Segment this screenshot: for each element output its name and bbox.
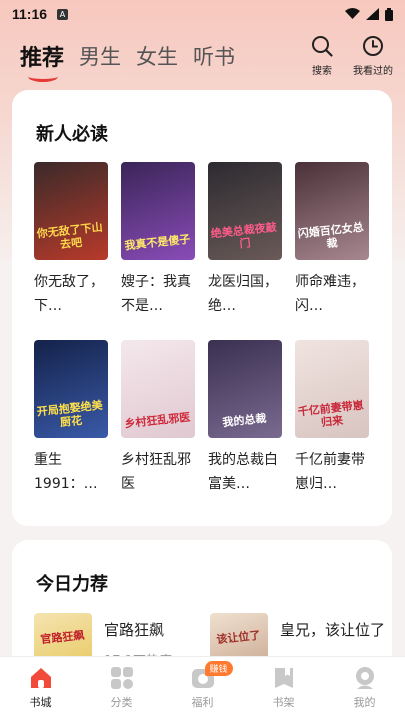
book-item[interactable]: 千亿前妻带崽归来 千亿前妻带崽归…	[295, 340, 369, 518]
book-grid: 你无敌了下山去吧 你无敌了，下… 我真不是傻子 嫂子：我真不是… 绝美总裁夜敲门…	[34, 162, 374, 518]
signal-icon	[366, 8, 379, 20]
home-icon	[30, 668, 51, 688]
book-cover[interactable]: 绝美总裁夜敲门	[208, 162, 282, 260]
top-nav: 推荐 男生 女生 听书 搜索 我看过的	[0, 28, 405, 84]
book-title[interactable]: 师命难违，闪…	[295, 270, 369, 318]
wifi-icon	[345, 8, 360, 19]
book-title[interactable]: 嫂子：我真不是…	[121, 270, 195, 318]
status-icons	[345, 7, 393, 21]
profile-icon	[355, 667, 374, 689]
cover-text: 乡村狂乱邪医	[123, 410, 191, 431]
tab-male[interactable]: 男生	[79, 41, 121, 71]
clock-icon	[363, 36, 383, 56]
book-cover[interactable]: 千亿前妻带崽归来	[295, 340, 369, 438]
category-icon	[110, 667, 133, 689]
cover-text: 你无敌了下山去吧	[36, 220, 104, 251]
section-title: 新人必读	[36, 124, 108, 145]
book-item[interactable]: 闪婚百亿女总裁 师命难违，闪…	[295, 162, 369, 340]
bottom-nav-label: 分类	[110, 696, 133, 709]
rec-title[interactable]: 皇兄，该让位了	[280, 619, 385, 640]
bottom-nav-label: 书架	[272, 696, 295, 709]
book-cover[interactable]: 你无敌了下山去吧	[34, 162, 108, 260]
book-cover[interactable]: 闪婚百亿女总裁	[295, 162, 369, 260]
search-button[interactable]: 搜索	[311, 35, 333, 77]
tab-recommend[interactable]: 推荐	[20, 40, 64, 82]
bottom-nav-profile[interactable]: 我的	[335, 665, 395, 710]
tab-female[interactable]: 女生	[136, 41, 178, 71]
history-label: 我看过的	[353, 66, 393, 77]
cover-text: 千亿前妻带崽归来	[297, 398, 365, 429]
book-title[interactable]: 乡村狂乱邪医	[121, 448, 195, 496]
book-cover[interactable]: 我真不是傻子	[121, 162, 195, 260]
book-item[interactable]: 乡村狂乱邪医 乡村狂乱邪医	[121, 340, 195, 518]
rec-title[interactable]: 官路狂飙	[104, 619, 172, 640]
book-item[interactable]: 开局抱娶绝美厨花 重生1991：…	[34, 340, 108, 518]
book-title[interactable]: 你无敌了，下…	[34, 270, 108, 318]
bottom-nav-bookstore[interactable]: 书城	[11, 665, 71, 710]
search-icon	[312, 36, 333, 57]
book-item[interactable]: 我真不是傻子 嫂子：我真不是…	[121, 162, 195, 340]
book-item[interactable]: 你无敌了下山去吧 你无敌了，下…	[34, 162, 108, 340]
book-title[interactable]: 龙医归国，绝…	[208, 270, 282, 318]
section-title: 今日力荐	[36, 574, 108, 595]
book-title[interactable]: 重生1991：…	[34, 448, 108, 496]
earn-money-badge: 赚钱	[204, 661, 233, 676]
status-bar: 11:16 A	[0, 0, 405, 28]
bottom-nav-bookshelf[interactable]: 书架	[254, 665, 314, 710]
book-title[interactable]: 千亿前妻带崽归…	[295, 448, 369, 496]
cover-text: 我真不是傻子	[123, 232, 191, 253]
section-new-readers: 新人必读 你无敌了下山去吧 你无敌了，下… 我真不是傻子 嫂子：我真不是… 绝美…	[12, 90, 392, 526]
cover-text: 闪婚百亿女总裁	[297, 220, 365, 250]
cover-text: 绝美总裁夜敲门	[210, 220, 278, 250]
bottom-nav-label: 书城	[29, 696, 52, 709]
history-button[interactable]: 我看过的	[353, 35, 393, 77]
cover-text: 开局抱娶绝美厨花	[36, 398, 104, 429]
book-cover[interactable]: 乡村狂乱邪医	[121, 340, 195, 438]
bottom-nav: 书城 分类 赚钱 福利 书架 我的	[0, 656, 405, 720]
book-item[interactable]: 绝美总裁夜敲门 龙医归国，绝…	[208, 162, 282, 340]
book-cover[interactable]: 开局抱娶绝美厨花	[34, 340, 108, 438]
tab-audiobook[interactable]: 听书	[193, 41, 235, 71]
cover-text: 该让位了	[215, 628, 261, 646]
status-time: 11:16	[12, 6, 48, 22]
cover-text: 官路狂飙	[39, 628, 85, 646]
book-item[interactable]: 我的总裁 我的总裁白富美…	[208, 340, 282, 518]
battery-icon	[385, 7, 393, 21]
book-cover[interactable]: 我的总裁	[208, 340, 282, 438]
nav-actions: 搜索 我看过的	[311, 35, 405, 77]
bottom-nav-label: 福利	[191, 696, 214, 709]
book-title[interactable]: 我的总裁白富美…	[208, 448, 282, 496]
cover-text: 我的总裁	[221, 412, 267, 430]
notification-app-icon: A	[57, 8, 69, 20]
search-label: 搜索	[312, 66, 332, 77]
bottom-nav-label: 我的	[353, 696, 376, 709]
bookshelf-icon	[274, 668, 293, 688]
bottom-nav-welfare[interactable]: 赚钱 福利	[173, 661, 233, 710]
bottom-nav-category[interactable]: 分类	[92, 665, 152, 710]
